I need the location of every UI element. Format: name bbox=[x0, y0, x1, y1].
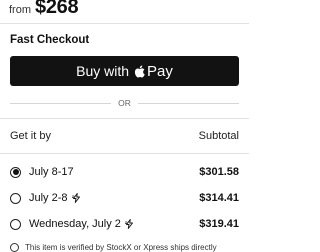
apple-pay-button-prefix: Buy with bbox=[76, 63, 130, 79]
shipping-option-price: $314.41 bbox=[199, 192, 239, 204]
price-header: from $268 bbox=[9, 0, 79, 20]
lowest-price: $268 bbox=[35, 0, 79, 18]
shipping-option-july-2-8[interactable]: July 2-8 $314.41 bbox=[10, 190, 239, 206]
options-divider bbox=[0, 153, 249, 154]
shipping-option-label: July 8-17 bbox=[29, 166, 74, 178]
shipping-header: Get it by Subtotal bbox=[10, 130, 239, 142]
or-line-left bbox=[10, 102, 112, 104]
shipping-option-label-group: Wednesday, July 2 bbox=[29, 218, 134, 230]
verification-note: This item is verified by StockX or Xpres… bbox=[10, 243, 217, 252]
or-label: OR bbox=[118, 98, 131, 108]
shipping-option-wednesday-july-2[interactable]: Wednesday, July 2 $319.41 bbox=[10, 216, 239, 232]
from-label: from bbox=[9, 4, 31, 16]
fast-checkout-title: Fast Checkout bbox=[10, 34, 90, 46]
shipping-option-price: $319.41 bbox=[199, 218, 239, 230]
express-bolt-icon bbox=[71, 193, 81, 203]
section-divider bbox=[0, 118, 249, 119]
or-separator: OR bbox=[10, 97, 239, 109]
shipping-option-label: Wednesday, July 2 bbox=[29, 218, 121, 230]
radio-selected-icon[interactable] bbox=[10, 166, 21, 178]
shipping-option-label: July 2-8 bbox=[29, 192, 68, 204]
shipping-option-label-group: July 2-8 bbox=[29, 192, 81, 204]
or-line-right bbox=[137, 102, 239, 104]
express-bolt-icon bbox=[124, 219, 134, 229]
get-it-by-label: Get it by bbox=[10, 130, 51, 142]
apple-pay-button[interactable]: Buy with Pay bbox=[10, 56, 239, 86]
radio-unselected-icon[interactable] bbox=[10, 218, 21, 230]
apple-logo-icon bbox=[134, 65, 145, 78]
radio-unselected-icon[interactable] bbox=[10, 192, 21, 204]
verification-note-text: This item is verified by StockX or Xpres… bbox=[25, 243, 217, 252]
info-icon bbox=[10, 243, 19, 252]
apple-pay-button-suffix: Pay bbox=[147, 62, 173, 80]
top-divider bbox=[0, 23, 249, 24]
shipping-option-price: $301.58 bbox=[199, 166, 239, 178]
subtotal-label: Subtotal bbox=[198, 130, 239, 142]
shipping-option-july-8-17[interactable]: July 8-17 $301.58 bbox=[10, 164, 239, 180]
